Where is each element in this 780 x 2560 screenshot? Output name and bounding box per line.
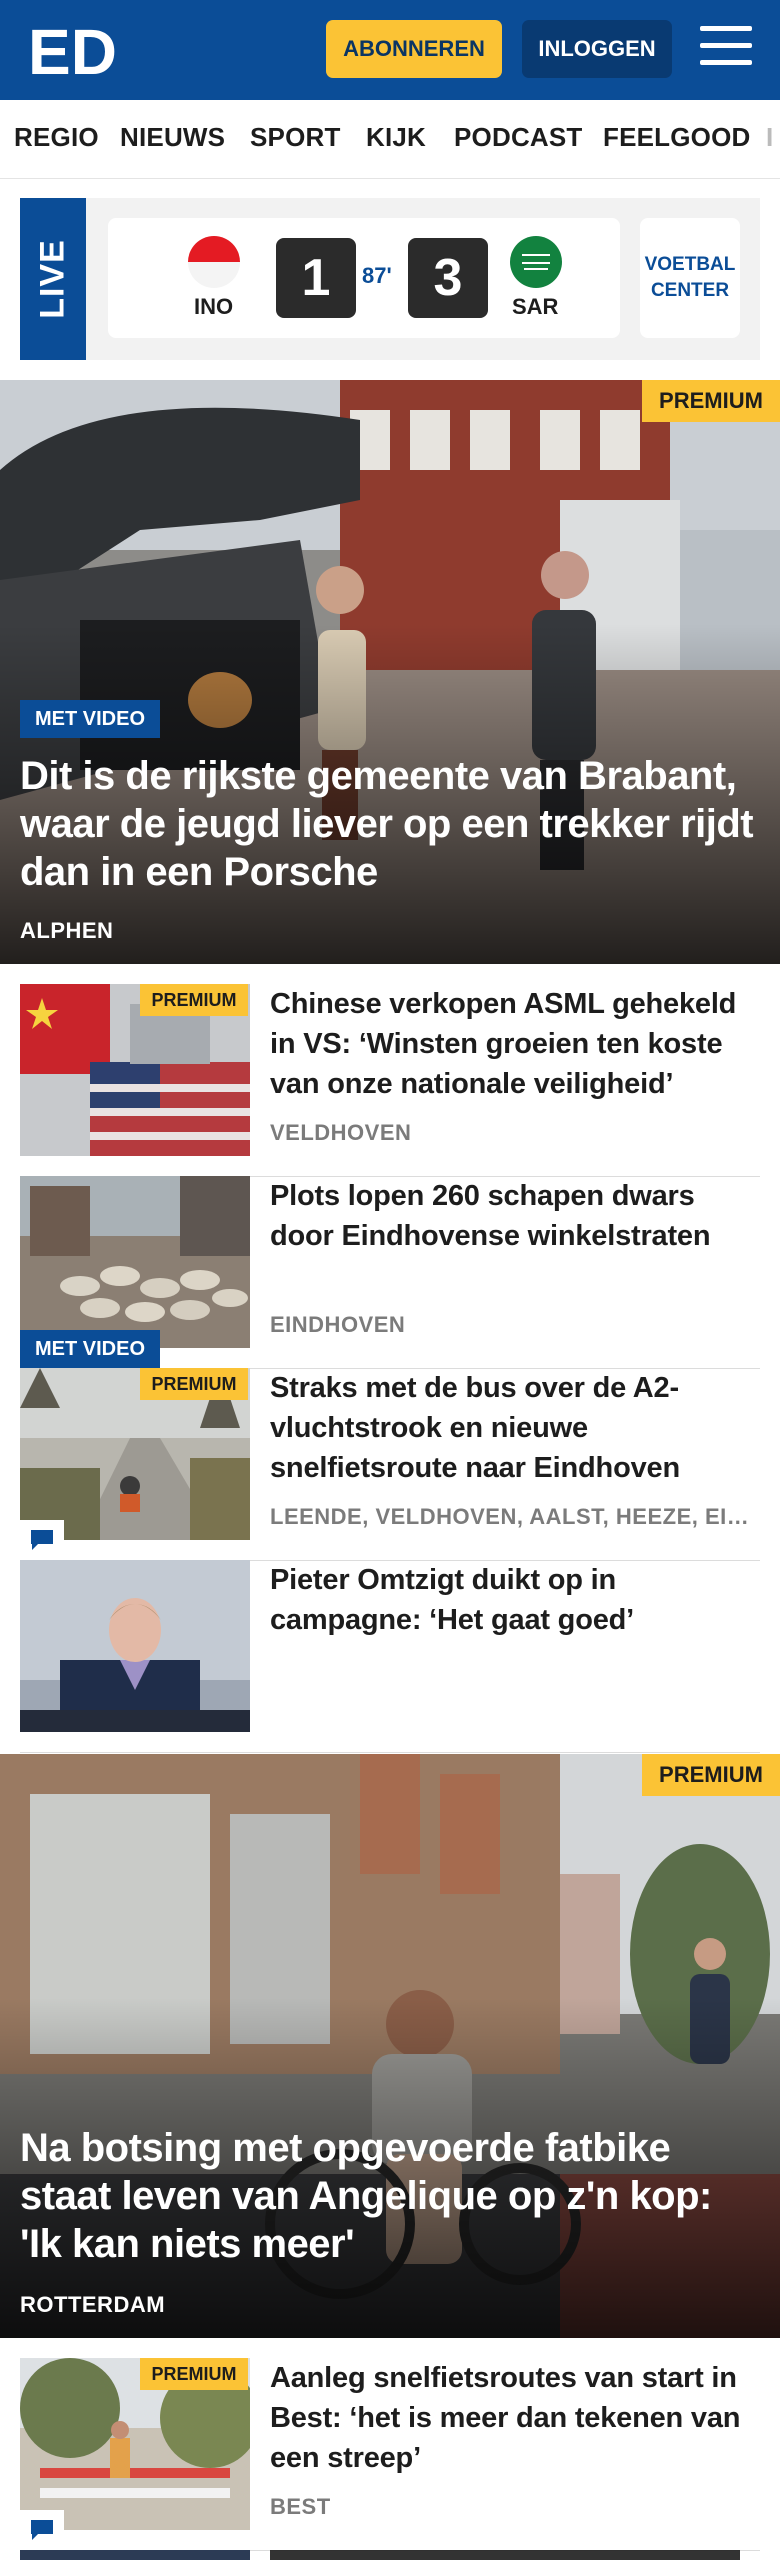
premium-badge: PREMIUM [642,380,780,422]
video-badge: MET VIDEO [20,1330,160,1368]
hero-title[interactable]: Dit is de rijkste gemeente van Brabant, … [20,752,760,896]
login-button[interactable]: INLOGGEN [522,20,672,78]
comment-icon[interactable] [20,1520,64,1560]
away-score: 3 [408,238,488,318]
article-thumbnail [20,1560,250,1732]
nav-item-nieuws[interactable]: NIEUWS [120,122,225,153]
hero-location: ROTTERDAM [20,2292,166,2317]
article-row-asml[interactable]: PREMIUM Chinese verkopen ASML gehekeld i… [20,984,760,1177]
voetbal-center-button[interactable]: VOETBAL CENTER [640,218,740,338]
comment-icon[interactable] [20,2510,64,2550]
hamburger-menu-icon[interactable] [700,26,752,72]
live-tag: LIVE [20,198,86,360]
hero-article-rotterdam[interactable]: PREMIUM Na botsing met opgevoerde fatbik… [0,1754,780,2338]
article-row-a2[interactable]: PREMIUM Straks met de bus over de A2-vlu… [20,1368,760,1561]
site-header: ED ABONNEREN INLOGGEN [0,0,780,100]
article-title[interactable]: Aanleg snelfietsroutes van start in Best… [270,2358,760,2478]
nav-item-overflow[interactable]: I [766,122,773,153]
article-row-best[interactable]: PREMIUM Aanleg snelfietsroutes van start… [20,2358,760,2551]
article-row-omtzigt[interactable]: Pieter Omtzigt duikt op in campagne: ‘He… [20,1560,760,1753]
premium-badge: PREMIUM [140,2358,248,2390]
article-location: EINDHOVEN [270,1312,406,1337]
article-thumbnail [20,1176,250,1348]
premium-badge: PREMIUM [140,984,248,1016]
premium-badge: PREMIUM [140,1368,248,1400]
article-row-schapen[interactable]: MET VIDEO Plots lopen 260 schapen dwars … [20,1176,760,1369]
nav-item-podcast[interactable]: PODCAST [454,122,583,153]
article-title[interactable]: Straks met de bus over de A2-vluchtstroo… [270,1368,760,1488]
next-article-thumbnail [20,2550,250,2560]
premium-badge: PREMIUM [642,1754,780,1796]
article-location: BEST [270,2494,331,2519]
home-score: 1 [276,238,356,318]
away-team: SAR [512,294,559,319]
article-location: VELDHOVEN [270,1120,412,1145]
article-title[interactable]: Pieter Omtzigt duikt op in campagne: ‘He… [270,1560,760,1640]
subscribe-button[interactable]: ABONNEREN [326,20,502,78]
hero-location: ALPHEN [20,918,114,943]
home-team: INO [194,294,234,319]
ed-logo[interactable]: ED [26,18,116,82]
match-card[interactable]: INO 1 87' 3 SAR [108,218,620,338]
indonesia-flag-icon [188,236,240,288]
nav-item-feelgood[interactable]: FEELGOOD [603,122,751,153]
nav-item-regio[interactable]: REGIO [14,122,99,153]
video-badge: MET VIDEO [20,700,160,738]
nav-item-sport[interactable]: SPORT [250,122,341,153]
next-article-title-peek [270,2550,740,2560]
article-title[interactable]: Plots lopen 260 schapen dwars door Eindh… [270,1176,760,1256]
saudi-flag-icon [510,236,562,288]
match-minute: 87' [362,263,392,288]
hero-article-alphen[interactable]: PREMIUM MET VIDEO Dit is de rijkste geme… [0,380,780,964]
section-nav: REGIO NIEUWS SPORT KIJK PODCAST FEELGOOD… [0,100,780,179]
hero-title[interactable]: Na botsing met opgevoerde fatbike staat … [20,2124,760,2268]
svg-text:ED: ED [28,18,116,82]
live-score-widget: LIVE INO 1 87' 3 SAR VOETBAL CENTER [20,198,760,360]
nav-item-kijk[interactable]: KIJK [366,122,426,153]
article-location: LEENDE, VELDHOVEN, AALST, HEEZE, EINDHOV… [270,1504,760,1529]
article-title[interactable]: Chinese verkopen ASML gehekeld in VS: ‘W… [270,984,760,1104]
